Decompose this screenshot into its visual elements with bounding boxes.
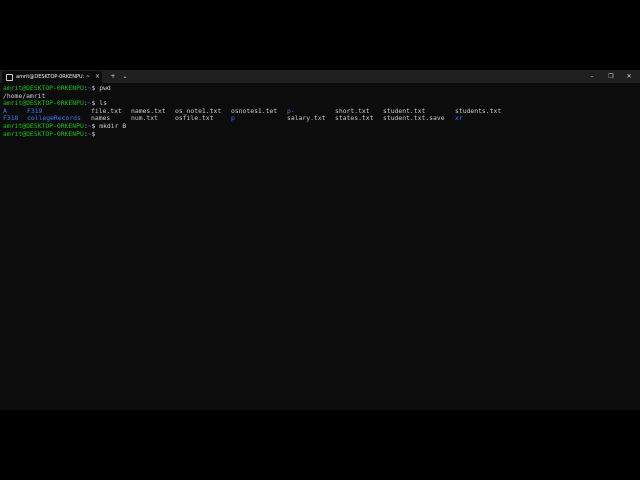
ls-entry: xr (455, 114, 463, 123)
ls-entry: salary.txt (287, 114, 326, 123)
prompt-user-host: amrit@DESKTOP-0RKENPU (3, 99, 84, 108)
ls-entry: osfile.txt (175, 114, 214, 123)
terminal-window: amrit@DESKTOP-0RKENPU: ~ × + ⌄ – ❐ ✕ amr… (0, 70, 640, 410)
new-tab-button[interactable]: + (108, 70, 118, 83)
terminal-output[interactable]: amrit@DESKTOP-0RKENPU:~$ pwd /home/amrit… (3, 84, 637, 405)
tab-dropdown-icon[interactable]: ⌄ (120, 70, 130, 83)
ls-entry: p (231, 114, 235, 123)
prompt-line-4[interactable]: amrit@DESKTOP-0RKENPU:~$ (3, 129, 637, 139)
maximize-button[interactable]: ❐ (604, 70, 618, 83)
prompt-line-1: amrit@DESKTOP-0RKENPU:~$ pwd (3, 84, 637, 93)
ls-entry: osnotes1.tet (231, 106, 278, 115)
tab-terminal[interactable]: amrit@DESKTOP-0RKENPU: ~ × (2, 71, 102, 83)
ls-entry: num.txt (131, 114, 158, 123)
ls-entry: student.txt.save (383, 114, 445, 123)
title-bar: amrit@DESKTOP-0RKENPU: ~ × + ⌄ – ❐ ✕ (0, 70, 640, 83)
prompt-dollar: $ (91, 129, 96, 138)
tab-title: amrit@DESKTOP-0RKENPU: ~ (16, 74, 91, 80)
command-text: mkdir B (95, 121, 127, 130)
prompt-user-host: amrit@DESKTOP-0RKENPU (3, 129, 84, 138)
terminal-icon (6, 74, 13, 81)
tab-close-icon[interactable]: × (95, 72, 100, 81)
minimize-button[interactable]: – (585, 70, 599, 83)
close-button[interactable]: ✕ (622, 70, 636, 83)
command-text: pwd (95, 84, 111, 92)
ls-entry: states.txt (335, 114, 374, 123)
command-text: ls (95, 99, 107, 108)
prompt-line-3: amrit@DESKTOP-0RKENPU:~$ mkdir B (3, 121, 637, 131)
